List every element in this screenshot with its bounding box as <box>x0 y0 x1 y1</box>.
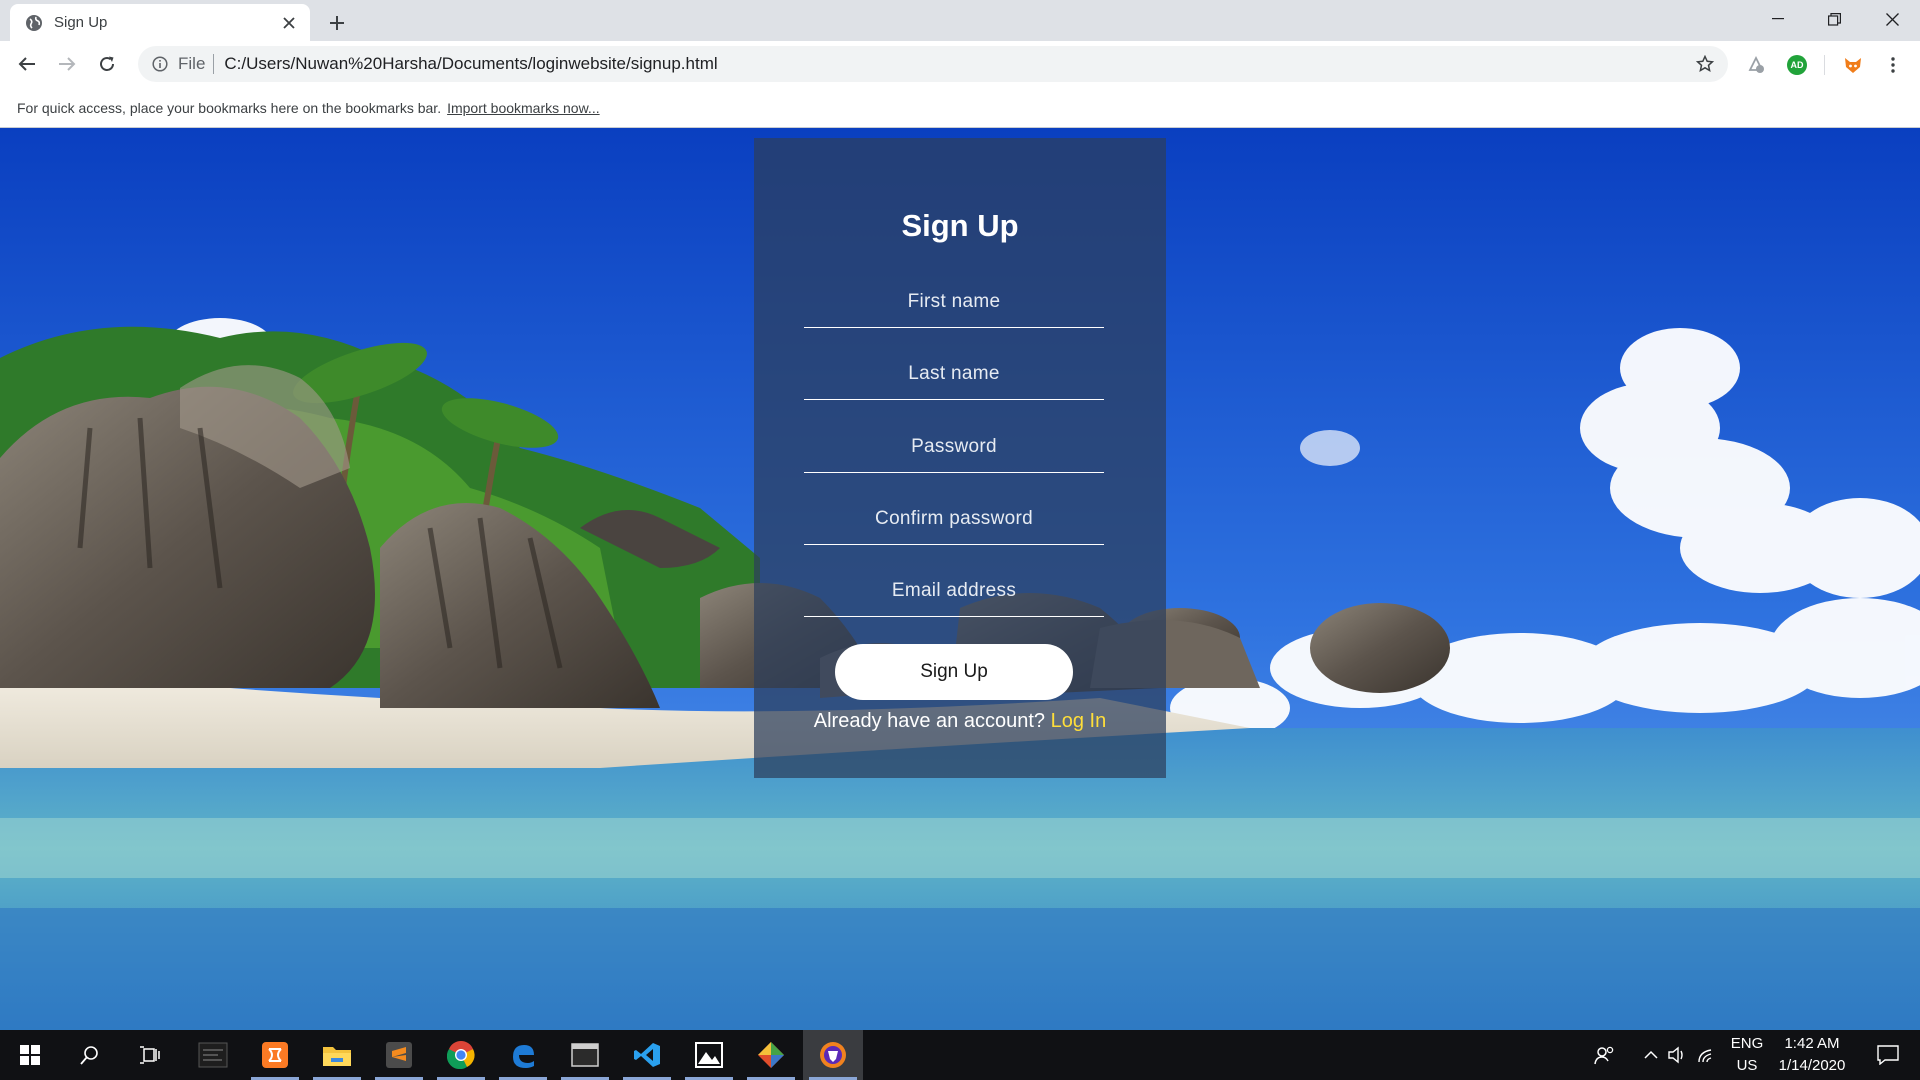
import-bookmarks-link[interactable]: Import bookmarks now... <box>447 100 600 116</box>
chrome-icon[interactable] <box>431 1030 491 1080</box>
email-input[interactable]: Email address <box>804 567 1104 617</box>
confirm-password-input[interactable]: Confirm password <box>804 495 1104 545</box>
language-indicator[interactable]: ENG US <box>1726 1030 1768 1080</box>
adguard-extension-icon[interactable]: AD <box>1784 52 1810 78</box>
edge-icon[interactable] <box>493 1030 553 1080</box>
close-tab-icon[interactable] <box>278 12 300 34</box>
task-view-icon[interactable] <box>120 1030 180 1080</box>
extension-icon[interactable] <box>1743 52 1769 78</box>
first-name-input[interactable]: First name <box>804 278 1104 328</box>
restore-button[interactable] <box>1806 0 1862 38</box>
login-prompt-text: Already have an account? <box>813 710 1046 732</box>
start-button[interactable] <box>0 1030 60 1080</box>
clock[interactable]: 1:42 AM 1/14/2020 <box>1774 1030 1850 1080</box>
photos-icon[interactable] <box>679 1030 739 1080</box>
browser-tab[interactable]: Sign Up <box>10 4 310 41</box>
chevron-up-icon[interactable] <box>1638 1030 1664 1080</box>
file-explorer-icon[interactable] <box>307 1030 367 1080</box>
brave-browser-icon[interactable] <box>803 1030 863 1080</box>
search-icon[interactable] <box>60 1030 120 1080</box>
page-viewport: Sign Up First name Last name Password Co… <box>0 128 1920 1030</box>
minimize-button[interactable] <box>1750 0 1806 38</box>
new-tab-button[interactable] <box>322 8 352 38</box>
reload-button[interactable] <box>92 49 122 79</box>
fox-extension-icon[interactable] <box>1840 52 1866 78</box>
bookmark-star-icon[interactable] <box>1694 53 1716 75</box>
sublime-text-icon[interactable] <box>369 1030 429 1080</box>
close-window-button[interactable] <box>1864 0 1920 38</box>
terminal-app-icon[interactable] <box>183 1030 243 1080</box>
signup-title: Sign Up <box>901 208 1019 243</box>
password-input[interactable]: Password <box>804 423 1104 473</box>
adguard-badge: AD <box>1790 60 1804 70</box>
volume-icon[interactable] <box>1664 1030 1690 1080</box>
login-prompt: Already have an account? Log In <box>754 710 1166 733</box>
clock-date: 1/14/2020 <box>1778 1057 1846 1074</box>
last-name-input[interactable]: Last name <box>804 350 1104 400</box>
forward-button[interactable] <box>52 49 82 79</box>
browser-toolbar: File C:/Users/Nuwan%20Harsha/Documents/l… <box>0 41 1920 88</box>
signup-form-card: Sign Up First name Last name Password Co… <box>754 138 1166 778</box>
clock-time: 1:42 AM <box>1784 1035 1840 1052</box>
tab-strip: Sign Up <box>0 0 1920 41</box>
url-scheme: File <box>178 54 215 74</box>
login-link[interactable]: Log In <box>1051 710 1107 732</box>
bookmarks-bar: For quick access, place your bookmarks h… <box>0 88 1920 128</box>
url-text[interactable]: C:/Users/Nuwan%20Harsha/Documents/loginw… <box>214 54 717 74</box>
vscode-icon[interactable] <box>617 1030 677 1080</box>
people-icon[interactable] <box>1588 1030 1622 1080</box>
window-app-icon[interactable] <box>555 1030 615 1080</box>
network-icon[interactable] <box>1694 1030 1720 1080</box>
globe-icon <box>24 13 44 33</box>
tab-title: Sign Up <box>54 14 108 31</box>
region-code: US <box>1736 1057 1758 1074</box>
signup-button[interactable]: Sign Up <box>835 644 1073 700</box>
address-bar[interactable]: File C:/Users/Nuwan%20Harsha/Documents/l… <box>138 46 1728 82</box>
notification-center-icon[interactable] <box>1864 1030 1912 1080</box>
git-app-icon[interactable] <box>741 1030 801 1080</box>
windows-taskbar: ENG US 1:42 AM 1/14/2020 <box>0 1030 1920 1080</box>
toolbar-divider <box>1824 55 1825 75</box>
xampp-app-icon[interactable] <box>245 1030 305 1080</box>
bookmarks-hint: For quick access, place your bookmarks h… <box>17 99 442 116</box>
info-icon[interactable] <box>150 54 170 74</box>
back-button[interactable] <box>12 49 42 79</box>
menu-kebab-icon[interactable] <box>1880 52 1906 78</box>
language-code: ENG <box>1730 1035 1764 1052</box>
